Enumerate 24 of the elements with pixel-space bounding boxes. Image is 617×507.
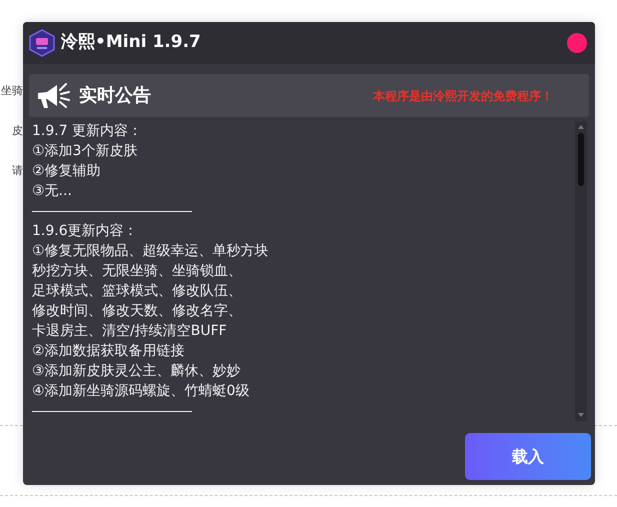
changelog-line: 修改时间、修改天数、修改名字、 bbox=[32, 302, 243, 321]
changelog-line: ②添加数据获取备用链接 bbox=[32, 342, 186, 361]
changelog-line: ③添加新皮肤灵公主、麟休、妙妙 bbox=[32, 362, 242, 381]
background-text: 请 bbox=[12, 163, 23, 179]
window-title: 泠熙•Mini 1.9.7 bbox=[61, 31, 201, 54]
changelog-line: ②修复辅助 bbox=[32, 162, 102, 181]
scrollbar[interactable] bbox=[575, 121, 587, 421]
megaphone-icon bbox=[35, 80, 73, 110]
changelog-line: 卡退房主、清空/持续清空BUFF bbox=[32, 322, 228, 341]
background-text: 坐骑 bbox=[1, 83, 23, 99]
changelog-heading: 1.9.6更新内容： bbox=[32, 222, 139, 241]
changelog-line: ①修复无限物品、超级幸运、单秒方块 bbox=[32, 242, 270, 261]
changelog-line: ④添加新坐骑源码螺旋、竹蜻蜓0级 bbox=[32, 382, 250, 401]
background-text: 皮 bbox=[12, 123, 23, 139]
notice-tagline: 本程序是由泠熙开发的免费程序！ bbox=[373, 88, 553, 104]
load-button[interactable]: 载入 bbox=[465, 433, 591, 480]
changelog-line: ①添加3个新皮肤 bbox=[32, 142, 138, 161]
close-button[interactable] bbox=[567, 33, 587, 53]
changelog-line: 秒挖方块、无限坐骑、坐骑锁血、 bbox=[32, 262, 243, 281]
logo-icon bbox=[29, 29, 55, 57]
notice-heading: 实时公告 bbox=[79, 84, 151, 108]
changelog-line: ③无... bbox=[32, 182, 73, 201]
changelog-heading: 1.9.7 更新内容： bbox=[32, 122, 144, 141]
changelog-line: 足球模式、篮球模式、修改队伍、 bbox=[32, 282, 243, 301]
